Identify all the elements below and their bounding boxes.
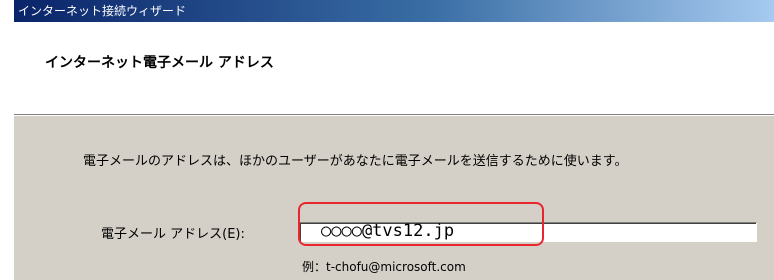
example-text: 例：t-chofu@microsoft.com [302, 260, 466, 274]
title-bar[interactable]: インターネット接続ウィザード [14, 0, 774, 22]
wizard-content: 電子メールのアドレスは、ほかのユーザーがあなたに電子メールを送信するために使いま… [14, 116, 774, 280]
window-title: インターネット接続ウィザード [18, 4, 187, 18]
callout-highlight-box [298, 202, 544, 246]
wizard-header: インターネット電子メール アドレス [14, 22, 774, 114]
description-text: 電子メールのアドレスは、ほかのユーザーがあなたに電子メールを送信するために使いま… [83, 154, 628, 169]
email-address-label: 電子メール アドレス(E): [101, 227, 245, 242]
page-title: インターネット電子メール アドレス [45, 55, 274, 71]
wizard-window: インターネット接続ウィザード インターネット電子メール アドレス 電子メールのア… [0, 0, 774, 280]
